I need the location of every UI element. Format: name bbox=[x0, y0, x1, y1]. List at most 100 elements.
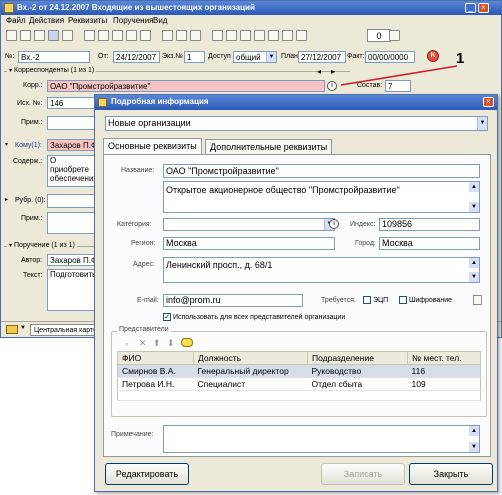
prim2-field[interactable] bbox=[47, 212, 97, 234]
content-field[interactable]: О приобрете обеспечения bbox=[47, 155, 97, 187]
dialog-close-button[interactable]: × bbox=[483, 97, 494, 107]
cell-position: Генеральный директор bbox=[193, 364, 308, 378]
region-value: Москва bbox=[166, 238, 197, 248]
tab-additional-requisites-label: Дополнительные реквизиты bbox=[210, 142, 328, 152]
col-header-fio[interactable]: ФИО bbox=[117, 351, 194, 365]
komu-label: Кому(1): bbox=[15, 142, 42, 149]
recipient-field[interactable]: Захаров П.Ф. bbox=[47, 139, 97, 151]
email-label: E-mail: bbox=[137, 297, 159, 304]
prim-field[interactable] bbox=[47, 116, 97, 130]
table-row[interactable]: Петрова И.Н. Специалист Отдел сбыта 109 bbox=[117, 377, 481, 391]
index-label: Индекс: bbox=[350, 221, 376, 228]
address-label: Адрес: bbox=[133, 261, 155, 268]
ecp-label: ЭЦП bbox=[372, 296, 389, 304]
required-label: Требуется: bbox=[321, 297, 356, 304]
scroll-down-icon[interactable]: ▼ bbox=[469, 202, 479, 212]
email-field[interactable]: info@prom.ru bbox=[163, 294, 303, 307]
assignment-text-value: Подготовить bbox=[50, 270, 97, 279]
author-field[interactable]: Захаров П.Ф. bbox=[47, 254, 97, 266]
comment-icon[interactable] bbox=[181, 338, 193, 347]
encrypt-checkbox[interactable]: Шифрование bbox=[399, 296, 452, 304]
col-header-position[interactable]: Должность bbox=[193, 351, 308, 365]
add-rep-icon[interactable]: ▫ bbox=[125, 339, 128, 349]
tab-main-requisites[interactable]: Основные реквизиты bbox=[103, 138, 202, 155]
ecp-checkbox[interactable]: ЭЦП bbox=[363, 296, 388, 304]
table-row[interactable]: Смирнов В.А. Генеральный директор Руково… bbox=[117, 364, 481, 378]
index-field[interactable]: 109856 bbox=[379, 218, 480, 231]
rubric-field[interactable] bbox=[47, 194, 97, 208]
dialog-app-icon bbox=[98, 98, 107, 107]
assignment-text-field[interactable]: Подготовить bbox=[47, 269, 97, 311]
annotation-number: 1 bbox=[456, 50, 465, 67]
content-value: О приобрете обеспечения bbox=[50, 156, 97, 183]
name-field[interactable]: ОАО "Промстройразвитие" bbox=[163, 164, 480, 178]
tab-additional-requisites[interactable]: Дополнительные реквизиты bbox=[205, 139, 333, 155]
collapse-icon-2: ▾ bbox=[9, 243, 13, 249]
move-up-icon[interactable]: ⬆ bbox=[153, 338, 161, 349]
annotation-callout bbox=[340, 65, 458, 86]
soderzh-label: Содерж.: bbox=[13, 158, 43, 165]
address-scroll-up-icon[interactable]: ▲ bbox=[469, 258, 479, 268]
chevron-down-icon: ▼ bbox=[477, 117, 487, 130]
small-action-icon[interactable] bbox=[473, 295, 482, 305]
note-scroll-down-icon[interactable]: ▼ bbox=[469, 442, 479, 452]
delete-rep-icon[interactable]: ✕ bbox=[139, 338, 147, 349]
region-label: Регион: bbox=[131, 240, 156, 247]
komu-toggle-icon[interactable]: ▾ bbox=[5, 141, 10, 148]
rubr-label: Рубр. (0): bbox=[15, 197, 46, 204]
city-label: Город: bbox=[355, 240, 376, 247]
ish-label: Исх. №: bbox=[17, 100, 43, 107]
scroll-up-icon[interactable]: ▲ bbox=[469, 182, 479, 192]
cell-department: Отдел сбыта bbox=[307, 377, 408, 391]
use-for-all-label: Использовать для всех представителей орг… bbox=[172, 313, 346, 321]
save-button-label: Записать bbox=[343, 469, 383, 479]
region-field[interactable]: Москва bbox=[163, 237, 335, 250]
use-for-all-check-box[interactable]: ✓ bbox=[163, 313, 171, 321]
category-label: Категория: bbox=[117, 221, 152, 228]
address-field[interactable]: Ленинский просп., д. 68/1 ▲ ▼ bbox=[163, 257, 480, 283]
author-label: Автор: bbox=[21, 257, 43, 264]
assignment-header-text: Поручение (1 из 1) bbox=[14, 242, 75, 249]
card-tab[interactable]: Центральная карто bbox=[30, 324, 98, 336]
cell-phone: 116 bbox=[407, 364, 481, 378]
org-group-value: Новые организации bbox=[108, 118, 191, 128]
ecp-check-box[interactable] bbox=[363, 296, 371, 304]
folder-icon[interactable] bbox=[6, 325, 18, 334]
save-button[interactable]: Записать bbox=[321, 463, 405, 485]
table-row-empty bbox=[117, 390, 481, 401]
category-info-icon[interactable]: i bbox=[329, 219, 339, 229]
close-dialog-button[interactable]: Закрыть bbox=[409, 463, 493, 485]
name-value: ОАО "Промстройразвитие" bbox=[166, 166, 279, 176]
address-scroll-down-icon[interactable]: ▼ bbox=[469, 272, 479, 282]
city-value: Москва bbox=[382, 238, 413, 248]
cell-fio: Петрова И.Н. bbox=[117, 377, 194, 391]
cell-position: Специалист bbox=[193, 377, 308, 391]
email-value: info@prom.ru bbox=[166, 295, 221, 305]
city-field[interactable]: Москва bbox=[379, 237, 480, 250]
prim-label: Прим.: bbox=[21, 119, 43, 126]
category-select[interactable]: ▼ bbox=[163, 218, 335, 231]
cell-fio: Смирнов В.А. bbox=[117, 364, 194, 378]
outgoing-number-value: 146 bbox=[50, 99, 64, 108]
col-header-phone[interactable]: № мест. тел. bbox=[407, 351, 481, 365]
text-label: Текст: bbox=[23, 272, 43, 279]
move-down-icon[interactable]: ⬇ bbox=[167, 338, 175, 349]
full-name-field[interactable]: Открытое акционерное общество "Промстрой… bbox=[163, 181, 480, 213]
encrypt-check-box[interactable] bbox=[399, 296, 407, 304]
assignment-section-header[interactable]: ▾ Поручение (1 из 1) bbox=[7, 242, 77, 249]
representatives-header: Представители bbox=[117, 326, 171, 333]
note-scroll-up-icon[interactable]: ▲ bbox=[469, 426, 479, 436]
recipient-value: Захаров П.Ф. bbox=[50, 141, 97, 150]
note-field[interactable]: ▲ ▼ bbox=[163, 425, 480, 453]
address-value: Ленинский просп., д. 68/1 bbox=[166, 260, 273, 270]
dropdown-arrow-icon[interactable]: ▼ bbox=[20, 325, 26, 331]
cell-department: Руководство bbox=[307, 364, 408, 378]
edit-button-label: Редактировать bbox=[115, 469, 179, 479]
use-for-all-checkbox[interactable]: ✓ Использовать для всех представителей о… bbox=[163, 313, 345, 321]
author-value: Захаров П.Ф. bbox=[50, 256, 97, 265]
col-header-department[interactable]: Подразделение bbox=[307, 351, 408, 365]
rubr-toggle-icon[interactable]: ▸ bbox=[5, 196, 10, 203]
org-group-select[interactable]: Новые организации ▼ bbox=[105, 116, 488, 131]
edit-button[interactable]: Редактировать bbox=[105, 463, 189, 485]
note-label: Примечание: bbox=[111, 431, 154, 438]
